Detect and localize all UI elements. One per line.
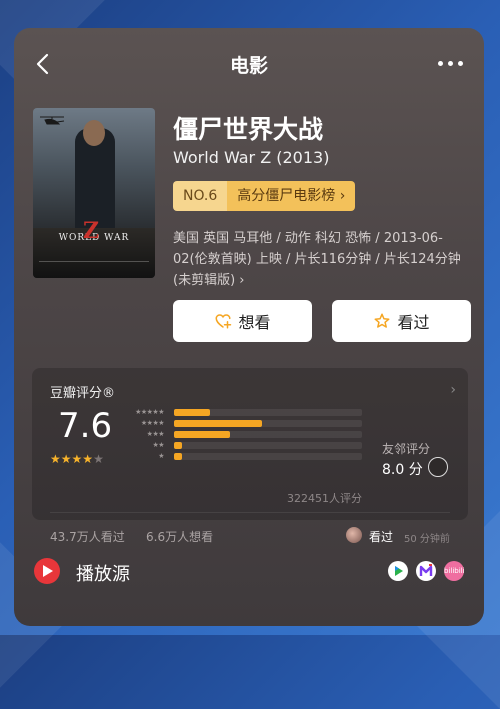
distribution-stars-label: ★★★★★ xyxy=(135,408,164,416)
movie-detail-card: 电影 WORLD WAR Z 僵尸世界大战 World War Z (2013)… xyxy=(14,28,484,626)
wish-count: 6.6万人想看 xyxy=(146,530,214,544)
distribution-row: ★ xyxy=(124,451,364,462)
more-options-button[interactable] xyxy=(438,56,466,70)
distribution-row: ★★★★ xyxy=(124,418,364,429)
want-label: 想看 xyxy=(238,313,271,332)
poster-head xyxy=(83,120,105,146)
play-icon xyxy=(34,558,60,584)
poster-credits xyxy=(39,261,149,272)
top-bar: 电影 xyxy=(14,28,484,98)
dot-icon xyxy=(438,61,443,66)
play-source-row[interactable]: 播放源 bilibili xyxy=(32,550,468,590)
divider xyxy=(50,512,450,513)
movie-original-title: World War Z (2013) xyxy=(173,148,330,167)
movie-meta-info[interactable]: 美国 英国 马耳他 / 动作 科幻 恐怖 / 2013-06-02(伦敦首映) … xyxy=(173,228,469,291)
chevron-right-icon[interactable]: › xyxy=(450,382,456,398)
rating-star-icon: ★ xyxy=(93,452,104,466)
rating-panel[interactable]: 豆瓣评分® › 7.6 ★★★★★ ★★★★★ ★★★★ ★★★ ★★ ★ 322451… xyxy=(32,368,468,545)
dot-icon xyxy=(458,61,463,66)
distribution-row: ★★★★★ xyxy=(124,407,364,418)
distribution-stars-label: ★★★★ xyxy=(140,419,165,427)
watched-count: 43.7万人看过 xyxy=(50,530,125,544)
rating-star-icon: ★ xyxy=(82,452,94,466)
friend-rating-label: 友邻评分 xyxy=(382,442,431,456)
rating-star-icon: ★ xyxy=(60,452,72,466)
distribution-row: ★★ xyxy=(124,440,364,451)
movie-poster[interactable]: WORLD WAR Z xyxy=(33,108,155,278)
poster-z-letter: Z xyxy=(83,218,100,244)
mgtv-icon[interactable] xyxy=(416,561,436,581)
ranking-badge[interactable]: NO.6 高分僵尸电影榜 › xyxy=(173,181,356,211)
distribution-row: ★★★ xyxy=(124,429,364,440)
distribution-bar-fill xyxy=(174,442,182,449)
distribution-stars-label: ★★ xyxy=(152,441,164,449)
rank-list-link: 高分僵尸电影榜 › xyxy=(227,181,356,211)
distribution-bar-fill xyxy=(174,453,182,460)
distribution-bar-track xyxy=(174,453,362,460)
recent-activity-text: 看过 xyxy=(369,530,394,544)
recent-activity-time: 50 分钟前 xyxy=(404,534,450,545)
distribution-bar-fill xyxy=(174,431,231,438)
helicopter-icon xyxy=(40,116,65,125)
play-source-label: 播放源 xyxy=(76,564,130,585)
heart-plus-icon xyxy=(215,314,232,329)
rating-distribution: ★★★★★ ★★★★ ★★★ ★★ ★ xyxy=(124,407,364,462)
recent-user-avatar[interactable] xyxy=(346,527,362,543)
movie-title: 僵尸世界大战 xyxy=(173,115,324,144)
distribution-bar-track xyxy=(174,431,362,438)
distribution-bar-track xyxy=(174,442,362,449)
bilibili-icon[interactable]: bilibili xyxy=(444,561,465,581)
iqiyi-icon[interactable] xyxy=(388,561,408,581)
distribution-bar-fill xyxy=(174,420,263,427)
distribution-stars-label: ★ xyxy=(158,452,164,460)
seen-button[interactable]: 看过 xyxy=(332,300,471,342)
star-outline-icon xyxy=(374,313,390,328)
rating-label: 豆瓣评分® xyxy=(50,386,116,401)
rating-score: 7.6 xyxy=(58,406,113,446)
want-to-watch-button[interactable]: 想看 xyxy=(173,300,312,342)
distribution-bar-fill xyxy=(174,409,210,416)
rank-number: NO.6 xyxy=(173,181,228,211)
distribution-bar-track xyxy=(174,420,362,427)
page-title: 电影 xyxy=(229,55,268,77)
rating-count: 322451人评分 xyxy=(287,492,362,505)
dot-icon xyxy=(448,61,453,66)
friend-rating-score: 8.0 分 xyxy=(382,462,423,478)
rating-stars: ★★★★★ xyxy=(50,452,104,466)
seen-label: 看过 xyxy=(397,313,430,332)
distribution-bar-track xyxy=(174,409,362,416)
distribution-stars-label: ★★★ xyxy=(146,430,165,438)
friend-avatar[interactable] xyxy=(428,457,448,477)
rating-star-icon: ★ xyxy=(71,452,83,466)
rating-star-icon: ★ xyxy=(50,452,61,466)
